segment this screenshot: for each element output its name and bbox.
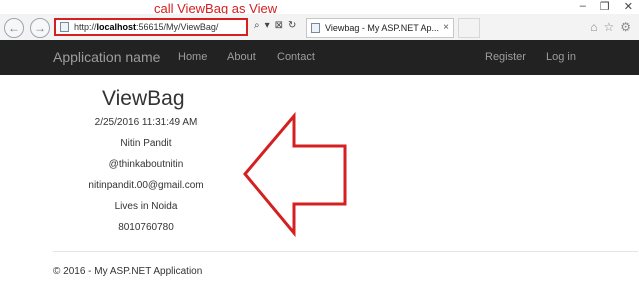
new-tab-button[interactable] bbox=[458, 18, 480, 38]
tab-page-icon bbox=[311, 23, 320, 33]
search-icon[interactable]: ⌕ bbox=[254, 20, 260, 31]
forward-button[interactable]: → bbox=[30, 18, 50, 38]
minimize-icon[interactable]: – bbox=[580, 0, 586, 13]
nav-register-link[interactable]: Register bbox=[485, 51, 526, 63]
nav-about-link[interactable]: About bbox=[227, 51, 256, 63]
url-prefix: http:// bbox=[74, 22, 97, 32]
refresh-icon[interactable]: ↻ bbox=[288, 20, 296, 31]
window-controls: – ❐ ✕ bbox=[580, 0, 633, 13]
browser-tab[interactable]: Viewbag - My ASP.NET Ap... × bbox=[306, 18, 454, 38]
favorites-icon[interactable]: ☆ bbox=[603, 20, 614, 34]
close-window-icon[interactable]: ✕ bbox=[624, 0, 633, 13]
info-phone: 8010760780 bbox=[118, 222, 174, 233]
compat-view-icon[interactable]: ⊠ bbox=[275, 20, 283, 31]
home-icon[interactable]: ⌂ bbox=[590, 20, 597, 34]
info-name: Nitin Pandit bbox=[120, 138, 172, 149]
footer-divider bbox=[53, 251, 638, 252]
address-bar[interactable]: http://localhost:56615/My/ViewBag/ bbox=[54, 18, 248, 36]
url-rest: :56615/My/ViewBag/ bbox=[136, 22, 219, 32]
dropdown-icon[interactable]: ▾ bbox=[265, 20, 270, 31]
arrow-right-icon: → bbox=[34, 21, 46, 35]
info-datetime: 2/25/2016 11:31:49 AM bbox=[94, 117, 198, 128]
nav-login-link[interactable]: Log in bbox=[546, 51, 576, 63]
arrow-left-icon: ← bbox=[8, 21, 20, 35]
page-title: ViewBag bbox=[102, 87, 185, 110]
annotation-arrow-icon bbox=[243, 112, 347, 237]
site-navbar: Application name Home About Contact Regi… bbox=[0, 40, 639, 75]
address-tools: ⌕ ▾ ⊠ ↻ bbox=[254, 20, 296, 31]
info-handle: @thinkaboutnitin bbox=[108, 159, 184, 170]
restore-icon[interactable]: ❐ bbox=[600, 0, 610, 13]
nav-contact-link[interactable]: Contact bbox=[277, 51, 315, 63]
page-icon bbox=[60, 22, 69, 32]
url-host: localhost bbox=[96, 22, 137, 32]
browser-chrome: ← → http://localhost:56615/My/ViewBag/ ⌕… bbox=[0, 14, 639, 40]
info-email: nitinpandit.00@gmail.com bbox=[88, 180, 204, 191]
nav-home-link[interactable]: Home bbox=[178, 51, 207, 63]
footer-text: © 2016 - My ASP.NET Application bbox=[53, 266, 203, 277]
info-location: Lives in Noida bbox=[114, 201, 178, 212]
tab-close-icon[interactable]: × bbox=[443, 19, 449, 37]
tab-title: Viewbag - My ASP.NET Ap... bbox=[325, 23, 440, 33]
back-button[interactable]: ← bbox=[4, 18, 24, 38]
brand-link[interactable]: Application name bbox=[53, 49, 160, 65]
toolbar-right-icons: ⌂ ☆ ⚙ bbox=[590, 20, 631, 34]
settings-icon[interactable]: ⚙ bbox=[620, 20, 631, 34]
